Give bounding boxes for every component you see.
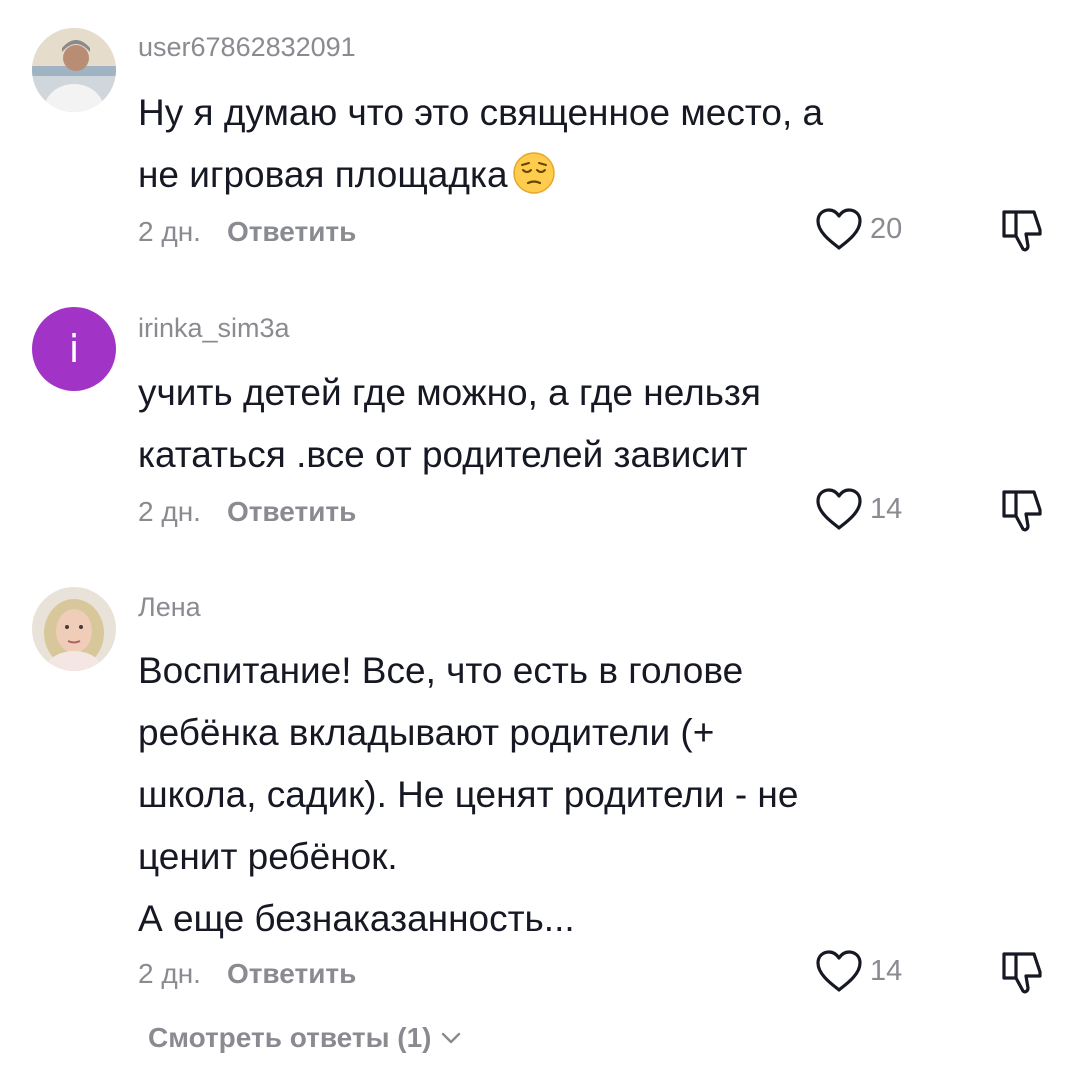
comment-line: Ну я думаю что это священное место, а xyxy=(138,92,824,133)
avatar[interactable] xyxy=(32,28,116,112)
dislike-button[interactable] xyxy=(998,948,1046,996)
like-button[interactable]: 14 xyxy=(814,486,902,532)
comment-time: 2 дн. xyxy=(138,958,201,989)
heart-outline-icon xyxy=(816,208,862,250)
dislike-icon xyxy=(1002,490,1042,532)
comment-line: Воспитание! Все, что есть в голове xyxy=(138,650,744,691)
heart-outline-icon xyxy=(816,950,862,992)
user-photo-avatar xyxy=(32,587,116,671)
comment-meta: 2 дн. Ответить xyxy=(138,496,356,528)
comment-line: не игровая площадка xyxy=(138,144,938,214)
reply-button[interactable]: Ответить xyxy=(227,958,356,989)
heart-outline-icon xyxy=(816,488,862,530)
avatar[interactable] xyxy=(32,587,116,671)
comment-time: 2 дн. xyxy=(138,216,201,247)
comment-line: ребёнка вкладывают родители (+ xyxy=(138,712,715,753)
comment-text: Воспитание! Все, что есть в голове ребён… xyxy=(138,640,938,950)
dislike-icon xyxy=(1002,952,1042,994)
reply-button[interactable]: Ответить xyxy=(227,216,356,247)
user-photo-avatar xyxy=(32,28,116,112)
comment-username[interactable]: user67862832091 xyxy=(138,32,356,63)
comment-line: А еще безнаказанность... xyxy=(138,898,575,939)
dislike-icon xyxy=(1002,210,1042,252)
like-button[interactable]: 20 xyxy=(814,206,902,252)
like-button[interactable]: 14 xyxy=(814,948,902,994)
view-replies-button[interactable]: Смотреть ответы (1) xyxy=(148,1022,462,1054)
comment-text: Ну я думаю что это священное место, а не… xyxy=(138,82,938,214)
comment-line: ценит ребёнок. xyxy=(138,836,398,877)
comment-meta: 2 дн. Ответить xyxy=(138,216,356,248)
comment-line: учить детей где можно, а где нельзя xyxy=(138,372,761,413)
comment-line-text: не игровая площадка xyxy=(138,154,508,195)
like-count: 20 xyxy=(870,212,903,245)
pensive-face-emoji xyxy=(512,151,556,214)
reply-button[interactable]: Ответить xyxy=(227,496,356,527)
comment-meta: 2 дн. Ответить xyxy=(138,958,356,990)
like-count: 14 xyxy=(870,954,903,987)
comment-username[interactable]: Лена xyxy=(138,592,201,623)
like-count: 14 xyxy=(870,492,903,525)
view-replies-label: Смотреть ответы (1) xyxy=(148,1022,432,1053)
comment-line: школа, садик). Не ценят родители - не xyxy=(138,774,799,815)
comment-line: кататься .все от родителей зависит xyxy=(138,434,748,475)
chevron-down-icon xyxy=(441,1032,460,1044)
comment-username[interactable]: irinka_sim3a xyxy=(138,313,290,344)
dislike-button[interactable] xyxy=(998,486,1046,534)
comment-text: учить детей где можно, а где нельзя ката… xyxy=(138,362,938,486)
comment-time: 2 дн. xyxy=(138,496,201,527)
avatar[interactable]: i xyxy=(32,307,116,391)
dislike-button[interactable] xyxy=(998,206,1046,254)
